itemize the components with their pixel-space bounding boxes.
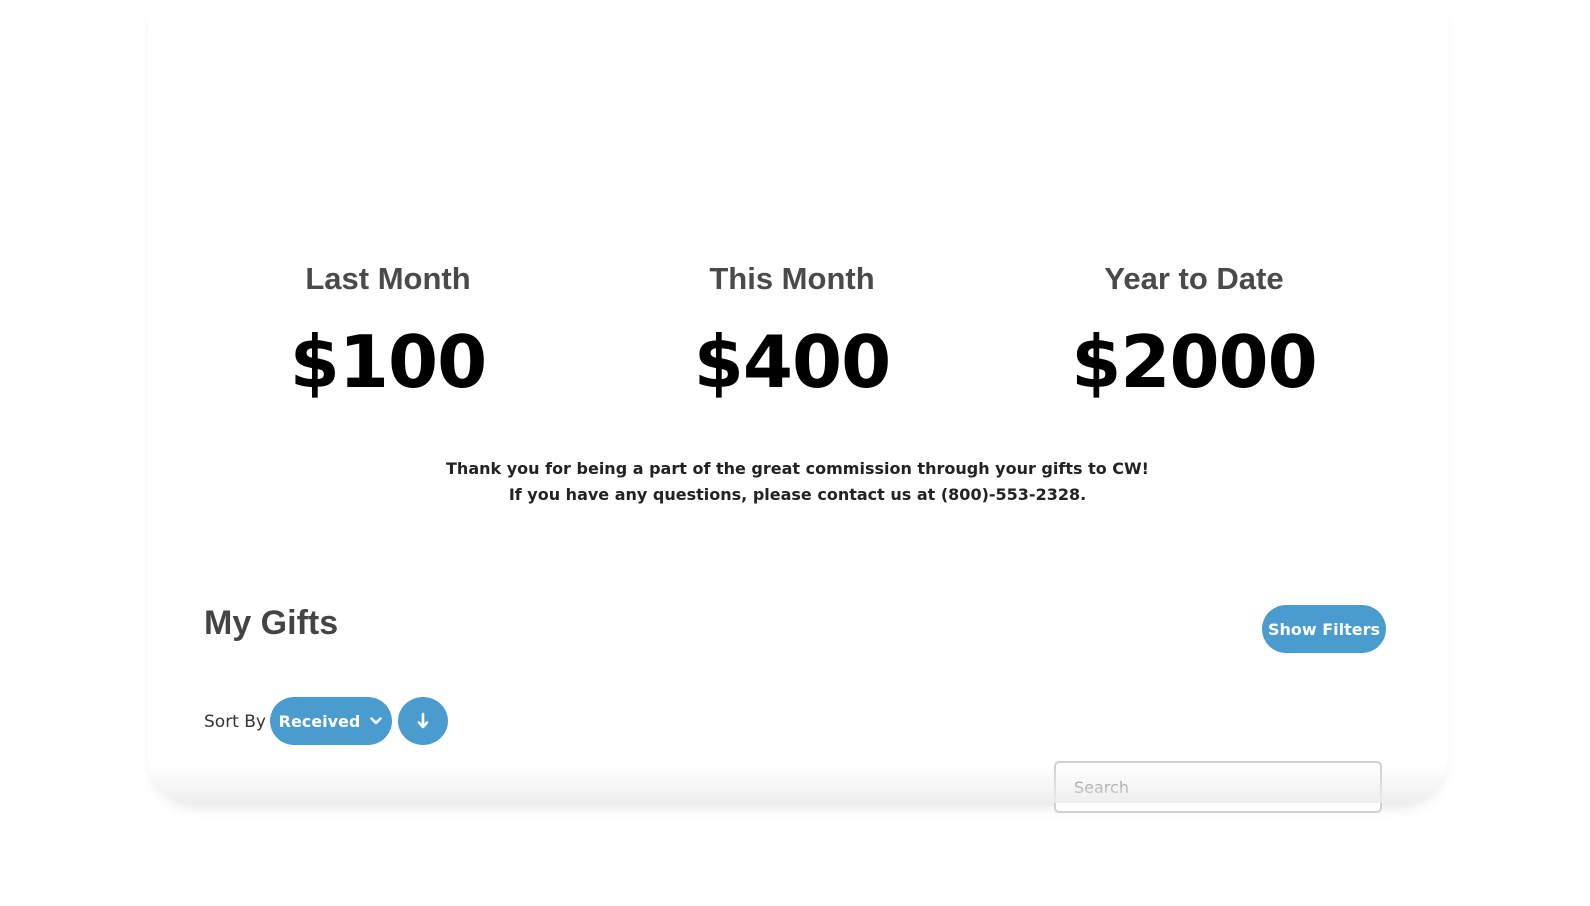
stat-year-to-date: Year to Date $2000 [1024, 256, 1364, 406]
arrow-down-icon [417, 712, 429, 729]
my-gifts-title: My Gifts [204, 604, 339, 642]
sort-by-select[interactable]: Received [270, 697, 392, 745]
stat-label: Year to Date [1104, 261, 1284, 296]
search-input[interactable] [1054, 761, 1382, 813]
sort-by-selected-value: Received [278, 711, 361, 731]
thank-you-line: Thank you for being a part of the great … [446, 459, 1149, 478]
stat-label: Last Month [305, 261, 471, 296]
sort-direction-button[interactable] [398, 697, 448, 745]
stat-this-month: This Month $400 [622, 256, 962, 406]
show-filters-button[interactable]: Show Filters [1262, 605, 1386, 653]
stat-last-month: Last Month $100 [218, 256, 558, 406]
stat-value: $100 [289, 320, 487, 404]
sort-by-label: Sort By [204, 712, 266, 732]
thank-you-message: Thank you for being a part of the great … [400, 456, 1195, 508]
page: Last Month $100 This Month $400 Year to … [0, 0, 1590, 906]
stat-value: $2000 [1071, 320, 1318, 404]
contact-line: If you have any questions, please contac… [508, 485, 1087, 504]
stat-value: $400 [693, 320, 891, 404]
stat-label: This Month [709, 261, 875, 296]
chevron-down-icon [370, 717, 383, 725]
